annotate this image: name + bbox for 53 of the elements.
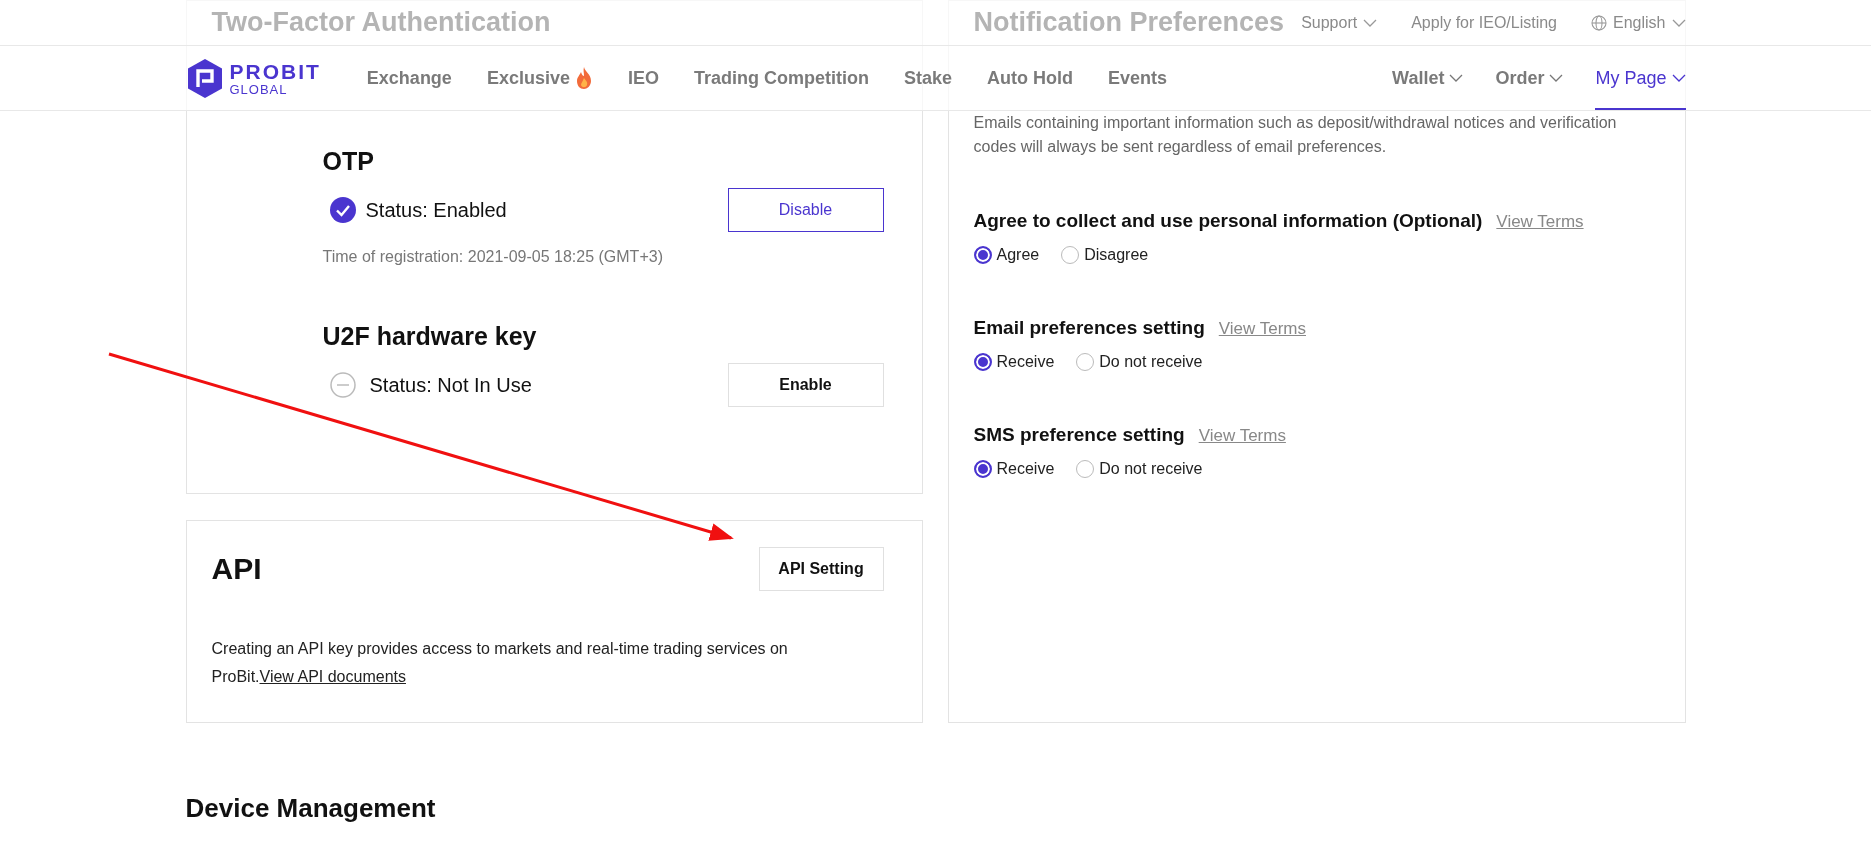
nav-link[interactable]: Wallet xyxy=(1392,46,1464,110)
top-link[interactable]: Support xyxy=(1301,13,1378,32)
disable-button[interactable]: Disable xyxy=(727,188,884,232)
radio-option[interactable]: Receive xyxy=(973,460,1055,478)
caret-icon xyxy=(1363,17,1378,28)
radio-option[interactable]: Agree xyxy=(973,246,1040,264)
setting-title: Email preferences setting xyxy=(973,317,1205,339)
setting-title: Agree to collect and use personal information (Optional) xyxy=(973,210,1483,232)
logo-icon xyxy=(185,57,224,99)
status-text: Status: Not In Use xyxy=(369,373,532,397)
nav-link[interactable]: My Page xyxy=(1595,46,1686,110)
view-terms-link[interactable]: View Terms xyxy=(1496,212,1584,232)
nav-link[interactable]: Exclusive xyxy=(486,46,593,110)
enable-button[interactable]: Enable xyxy=(727,363,884,407)
logo-subtitle: GLOBAL xyxy=(229,82,289,96)
section-title: API xyxy=(211,552,262,586)
method-title: U2F hardware key xyxy=(322,322,538,351)
globe-icon xyxy=(1591,14,1607,31)
section-title: Two-Factor Authentication xyxy=(211,7,551,38)
nav-link[interactable]: Stake xyxy=(903,46,952,110)
logo-name: PROBIT xyxy=(229,60,321,82)
description-text: Emails containing important information such as deposit/withdrawal notices and verification codes will always be sent regardless of email preferences. xyxy=(973,113,1618,157)
section-title: Notification Preferences xyxy=(973,7,1285,38)
top-link[interactable]: Apply for IEO/Listing xyxy=(1411,13,1557,32)
radio-button[interactable] xyxy=(973,246,992,264)
radio-option[interactable]: Disagree xyxy=(1061,246,1149,264)
nav-link[interactable]: Auto Hold xyxy=(987,46,1073,110)
status-text: Status: Enabled xyxy=(365,198,507,222)
description-text: Creating an API key provides access to markets and real-time trading services on ProBit.View API documents xyxy=(211,639,789,687)
view-terms-link[interactable]: View Terms xyxy=(1198,426,1286,446)
setting-title: SMS preference setting xyxy=(973,424,1185,446)
top-link[interactable]: English xyxy=(1591,13,1686,32)
nav-link[interactable]: Trading Competition xyxy=(693,46,869,110)
caret-icon xyxy=(1671,73,1686,83)
caret-icon xyxy=(1549,73,1564,83)
caret-icon xyxy=(1449,73,1464,83)
caret-icon xyxy=(1671,17,1686,28)
radio-option[interactable]: Do not receive xyxy=(1076,353,1203,371)
radio-button[interactable] xyxy=(973,353,992,371)
flame-icon xyxy=(574,66,593,90)
section-title: Device Management xyxy=(185,793,437,824)
nav-link[interactable]: Order xyxy=(1495,46,1564,110)
nav-link[interactable]: Exchange xyxy=(366,46,452,110)
view-terms-link[interactable]: View Terms xyxy=(1218,319,1306,339)
nav-link[interactable]: IEO xyxy=(627,46,659,110)
api-setting-button[interactable]: API Setting xyxy=(758,547,884,591)
link[interactable]: View API documents xyxy=(259,668,406,685)
registration-time: Time of registration: 2021-09-05 18:25 (GMT+3) xyxy=(322,248,664,266)
radio-button[interactable] xyxy=(973,460,992,478)
method-title: OTP xyxy=(322,147,375,176)
radio-option[interactable]: Receive xyxy=(973,353,1055,371)
nav-link[interactable]: Events xyxy=(1108,46,1168,110)
radio-option[interactable]: Do not receive xyxy=(1076,460,1203,478)
